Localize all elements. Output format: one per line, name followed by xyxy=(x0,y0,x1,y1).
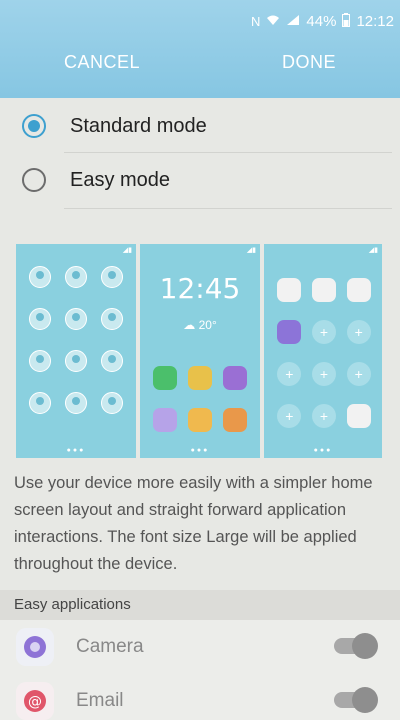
email-icon: @ xyxy=(16,682,54,720)
settings-icon xyxy=(277,320,302,344)
preview-app-grid xyxy=(148,366,252,432)
app-bar: N 44% 12:12 CANCEL DONE xyxy=(0,0,400,98)
wifi-icon xyxy=(266,14,280,29)
easy-app-row-camera[interactable]: Camera xyxy=(0,620,400,674)
contacts-icon xyxy=(222,408,247,432)
contact-icon xyxy=(101,392,123,414)
battery-icon xyxy=(342,12,351,30)
battery-percent: 44% xyxy=(306,12,337,30)
preview-clock: 12:45 xyxy=(159,272,241,305)
toggle-knob xyxy=(352,687,378,713)
standard-mode-label: Standard mode xyxy=(70,114,207,137)
easy-app-row-email[interactable]: @ Email xyxy=(0,674,400,720)
preview-status-icon: ◢▮ xyxy=(368,247,378,254)
camera-toggle[interactable] xyxy=(334,633,378,659)
standard-mode-radio[interactable] xyxy=(22,114,46,138)
page-indicator: ●●● xyxy=(190,447,210,454)
content-area: Standard mode Easy mode ◢▮ ●●● ◢▮ 12:45 xyxy=(0,98,400,720)
contact-icon xyxy=(101,266,123,288)
gallery-icon xyxy=(187,408,212,432)
preview-temperature: 20° xyxy=(198,318,217,332)
music-icon xyxy=(311,278,336,302)
maps-icon xyxy=(346,278,371,302)
contact-icon xyxy=(65,266,87,288)
add-app-icon: + xyxy=(277,362,302,386)
nfc-icon: N xyxy=(251,13,261,29)
page-indicator: ●●● xyxy=(66,447,86,454)
standard-mode-option[interactable]: Standard mode xyxy=(0,98,400,154)
contact-icon xyxy=(29,392,51,414)
preview-status-icon: ◢▮ xyxy=(246,247,256,254)
add-app-icon: + xyxy=(311,320,336,344)
camera-icon xyxy=(16,628,54,666)
add-app-icon: + xyxy=(277,404,302,428)
status-time: 12:12 xyxy=(356,12,394,30)
add-app-icon: + xyxy=(346,362,371,386)
page-indicator: ●●● xyxy=(313,447,333,454)
contact-icon xyxy=(65,350,87,372)
contact-icon xyxy=(29,350,51,372)
add-app-icon: + xyxy=(311,362,336,386)
contact-icon xyxy=(29,266,51,288)
camera-icon xyxy=(153,408,178,432)
preview-contacts-screen: ◢▮ ●●● xyxy=(16,244,136,458)
internet-icon xyxy=(222,366,247,390)
easy-mode-label: Easy mode xyxy=(70,168,171,191)
camera-label: Camera xyxy=(76,636,144,657)
done-button[interactable]: DONE xyxy=(282,52,336,73)
contacts-grid xyxy=(22,266,130,414)
email-toggle[interactable] xyxy=(334,687,378,713)
preview-weather: ☁ 20° xyxy=(140,318,260,332)
toggle-knob xyxy=(352,633,378,659)
cloud-icon: ☁ xyxy=(183,318,196,332)
contact-icon xyxy=(65,392,87,414)
add-app-icon: + xyxy=(346,320,371,344)
phone-icon xyxy=(153,366,178,390)
apps-grid-icon xyxy=(346,404,371,428)
contact-icon xyxy=(29,308,51,330)
cancel-button[interactable]: CANCEL xyxy=(64,52,140,73)
easy-mode-option[interactable]: Easy mode xyxy=(0,152,400,208)
messages-icon xyxy=(187,366,212,390)
svg-text:@: @ xyxy=(28,694,42,710)
contact-icon xyxy=(65,308,87,330)
divider xyxy=(64,208,392,209)
easy-applications-header: Easy applications xyxy=(0,590,400,620)
preview-app-grid: + + + + + + + xyxy=(272,278,376,428)
easy-mode-radio[interactable] xyxy=(22,168,46,192)
preview-home-screen: ◢▮ 12:45 ☁ 20° ●●● xyxy=(140,244,260,458)
preview-status-icon: ◢▮ xyxy=(122,247,132,254)
status-bar: N 44% 12:12 xyxy=(251,10,394,32)
add-app-icon: + xyxy=(311,404,336,428)
mode-description: Use your device more easily with a simpl… xyxy=(14,474,373,573)
contact-icon xyxy=(101,350,123,372)
preview-apps-screen: ◢▮ + + + + + + + ●●● xyxy=(264,244,382,458)
contact-icon xyxy=(101,308,123,330)
calendar-icon xyxy=(277,278,302,302)
signal-icon xyxy=(286,14,300,29)
email-label: Email xyxy=(76,690,124,711)
